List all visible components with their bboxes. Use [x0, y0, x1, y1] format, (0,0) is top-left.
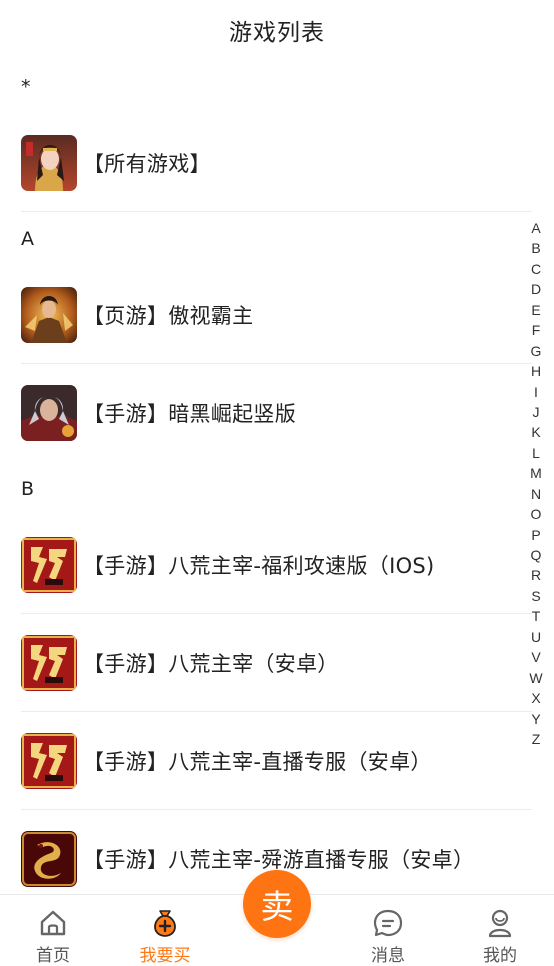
index-letter-l[interactable]: L [532, 443, 540, 463]
tab-home[interactable]: 首页 [0, 895, 108, 966]
index-letter-n[interactable]: N [531, 484, 541, 504]
index-letter-x[interactable]: X [531, 688, 540, 708]
tab-messages[interactable]: 消息 [333, 895, 443, 966]
index-letter-z[interactable]: Z [532, 729, 541, 749]
section-header-b: B [21, 478, 35, 500]
section-header-star: * [21, 76, 31, 98]
index-letter-t[interactable]: T [532, 606, 541, 626]
index-letter-f[interactable]: F [532, 320, 541, 340]
index-letter-g[interactable]: G [531, 341, 542, 361]
home-icon [36, 907, 70, 939]
index-letter-v[interactable]: V [531, 647, 540, 667]
index-letter-i[interactable]: I [534, 382, 538, 402]
tab-buy-label: 我要买 [139, 946, 191, 966]
tab-mine-label: 我的 [483, 946, 517, 966]
list-item[interactable]: 【所有游戏】 [21, 114, 532, 212]
list-item[interactable]: 【手游】八荒主宰（安卓） [21, 614, 532, 712]
game-label: 【页游】傲视霸主 [83, 303, 254, 328]
list-item[interactable]: 【手游】八荒主宰-福利攻速版（IOS) [21, 516, 532, 614]
index-letter-d[interactable]: D [531, 279, 541, 299]
index-letter-y[interactable]: Y [531, 709, 540, 729]
user-icon [483, 907, 517, 939]
warrior-fire-icon [21, 286, 77, 343]
game-label: 【手游】暗黑崛起竖版 [83, 402, 296, 426]
game-label: 【手游】八荒主宰（安卓） [83, 651, 339, 676]
tab-messages-label: 消息 [371, 946, 405, 966]
index-letter-k[interactable]: K [531, 422, 540, 442]
page-title: 游戏列表 [229, 20, 325, 46]
index-letter-s[interactable]: S [531, 586, 540, 606]
game-label: 【手游】八荒主宰-福利攻速版（IOS) [83, 553, 435, 578]
index-letter-h[interactable]: H [531, 361, 541, 381]
sell-button[interactable]: 卖 [243, 870, 311, 938]
game-label: 【所有游戏】 [83, 151, 211, 176]
index-letter-c[interactable]: C [531, 259, 541, 279]
game-list[interactable]: * 【所有游戏】 A 【页游】傲视霸主 【手游】暗黑崛起竖版 B 【手游】八荒主… [0, 60, 554, 894]
index-letter-o[interactable]: O [531, 504, 542, 524]
index-letter-b[interactable]: B [531, 238, 540, 258]
alphabet-index-bar[interactable]: ABCDEFGHIJKLMNOPQRSTUVWXYZ [529, 218, 543, 749]
tab-buy[interactable]: 我要买 [110, 895, 220, 966]
golden-dragon-icon [21, 831, 77, 887]
section-header-a: A [21, 228, 34, 250]
index-letter-r[interactable]: R [531, 565, 541, 585]
screen: 游戏列表 * 【所有游戏】 A 【页游】傲视霸主 【手游】暗黑崛起竖版 B 【手… [0, 0, 554, 966]
list-item[interactable]: 【手游】暗黑崛起竖版 [21, 364, 532, 462]
index-letter-q[interactable]: Q [531, 545, 542, 565]
index-letter-u[interactable]: U [531, 627, 541, 647]
game-label: 【手游】八荒主宰-直播专服（安卓） [83, 749, 432, 774]
silver-hair-warrior-icon [21, 385, 77, 441]
index-letter-m[interactable]: M [530, 463, 542, 483]
index-letter-a[interactable]: A [531, 218, 540, 238]
list-item[interactable]: 【页游】傲视霸主 [21, 266, 532, 364]
tab-mine[interactable]: 我的 [445, 895, 554, 966]
money-bag-icon [148, 907, 182, 939]
header: 游戏列表 [0, 0, 554, 60]
chuanshi-logo-icon [21, 634, 77, 691]
index-letter-j[interactable]: J [533, 402, 540, 422]
tab-home-label: 首页 [36, 946, 70, 966]
index-letter-e[interactable]: E [531, 300, 540, 320]
chuanshi-logo-icon [21, 732, 77, 789]
index-letter-w[interactable]: W [529, 668, 542, 688]
heroine-portrait-icon [21, 134, 77, 191]
index-letter-p[interactable]: P [531, 525, 540, 545]
chuanshi-logo-icon [21, 536, 77, 593]
chat-bubble-icon [371, 907, 405, 939]
list-item[interactable]: 【手游】八荒主宰-直播专服（安卓） [21, 712, 532, 810]
